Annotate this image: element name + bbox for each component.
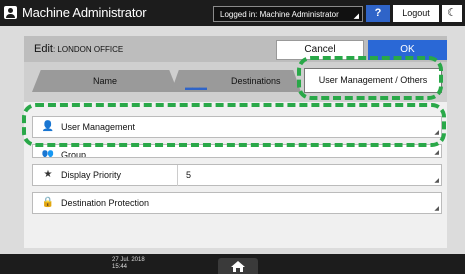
tab-destinations-label: Destinations [231,76,281,86]
corner-marker-icon: ◢ [434,178,439,184]
tab-name[interactable]: Name [32,70,178,92]
dialog-title-sub: : LONDON OFFICE [52,45,124,54]
time-text: 15:44 [112,264,128,270]
tab-destinations[interactable]: ▬▬▬ Destinations [171,70,301,92]
energy-saver-button[interactable]: ☾ [442,5,462,22]
app-title: Machine Administrator [22,5,147,20]
dialog-title-main: Edit [34,43,53,55]
home-icon [231,261,245,272]
screen: Machine Administrator Logged in: Machine… [0,0,465,274]
row-label: Display Priority [61,170,122,180]
corner-marker-icon: ◢ [434,206,439,212]
highlight-callout-row [22,103,446,147]
bottom-bar: 27 Jul. 2018 15:44 [0,254,465,274]
home-button[interactable] [218,258,258,274]
lock-icon: 🔒 [41,197,55,208]
tab-name-label: Name [92,76,117,86]
date-time: 27 Jul. 2018 15:44 [112,257,145,271]
user-icon [4,6,17,19]
row-value: 5 [177,165,191,186]
star-icon: ★ [43,169,53,180]
row-display-priority[interactable]: ★ Display Priority 5 ◢ [32,164,442,186]
group-icon: 👥 [41,149,55,158]
help-button[interactable]: ? [366,5,390,22]
row-label: Destination Protection [61,198,150,208]
date-text: 27 Jul. 2018 [112,257,145,263]
login-status: Logged in: Machine Administrator ◢ [213,6,363,22]
highlight-callout-tab [297,56,443,100]
top-bar: Machine Administrator Logged in: Machine… [0,0,465,26]
corner-marker-icon: ◢ [353,13,359,20]
logout-button[interactable]: Logout [393,5,439,22]
row-destination-protection[interactable]: 🔒 Destination Protection ◢ [32,192,442,214]
dialog-title: Edit: LONDON OFFICE [34,42,123,57]
corner-marker-icon: ◢ [434,150,439,156]
login-status-text: Logged in: Machine Administrator [220,10,339,19]
